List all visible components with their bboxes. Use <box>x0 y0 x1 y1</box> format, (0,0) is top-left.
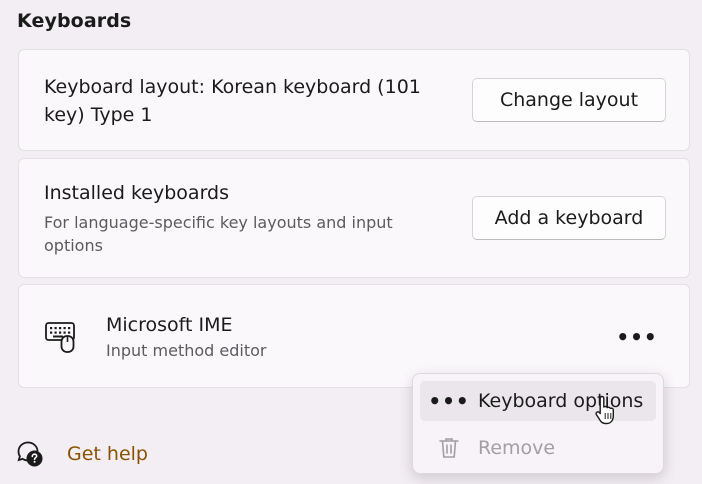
more-icon: ••• <box>428 389 470 413</box>
more-options-button[interactable]: ••• <box>616 323 658 351</box>
context-menu: ••• Keyboard options Remove <box>412 373 664 474</box>
get-help-link[interactable]: Get help <box>16 440 148 468</box>
mouse-cursor-icon <box>595 395 614 425</box>
more-icon: ••• <box>616 325 658 349</box>
menu-item-keyboard-options[interactable]: ••• Keyboard options <box>420 381 656 421</box>
keyboard-layout-card: Keyboard layout: Korean keyboard (101 ke… <box>18 49 690 151</box>
keyboard-layout-text: Keyboard layout: Korean keyboard (101 ke… <box>44 76 421 126</box>
change-layout-button[interactable]: Change layout <box>472 78 666 122</box>
installed-keyboards-title: Installed keyboards <box>44 182 230 204</box>
get-help-label: Get help <box>67 443 148 465</box>
installed-keyboards-subtitle: For language-specific key layouts and in… <box>44 213 393 255</box>
trash-icon <box>439 438 459 458</box>
menu-item-label: Keyboard options <box>478 390 644 412</box>
ime-subtitle: Input method editor <box>106 341 267 360</box>
menu-item-label: Remove <box>478 437 556 459</box>
section-title: Keyboards <box>17 10 132 32</box>
ime-title: Microsoft IME <box>106 314 233 336</box>
help-chat-icon <box>17 441 43 467</box>
menu-item-remove: Remove <box>420 428 656 468</box>
add-keyboard-button[interactable]: Add a keyboard <box>472 196 666 240</box>
keyboard-icon <box>45 322 75 353</box>
installed-keyboards-card: Installed keyboards For language-specifi… <box>18 158 690 278</box>
